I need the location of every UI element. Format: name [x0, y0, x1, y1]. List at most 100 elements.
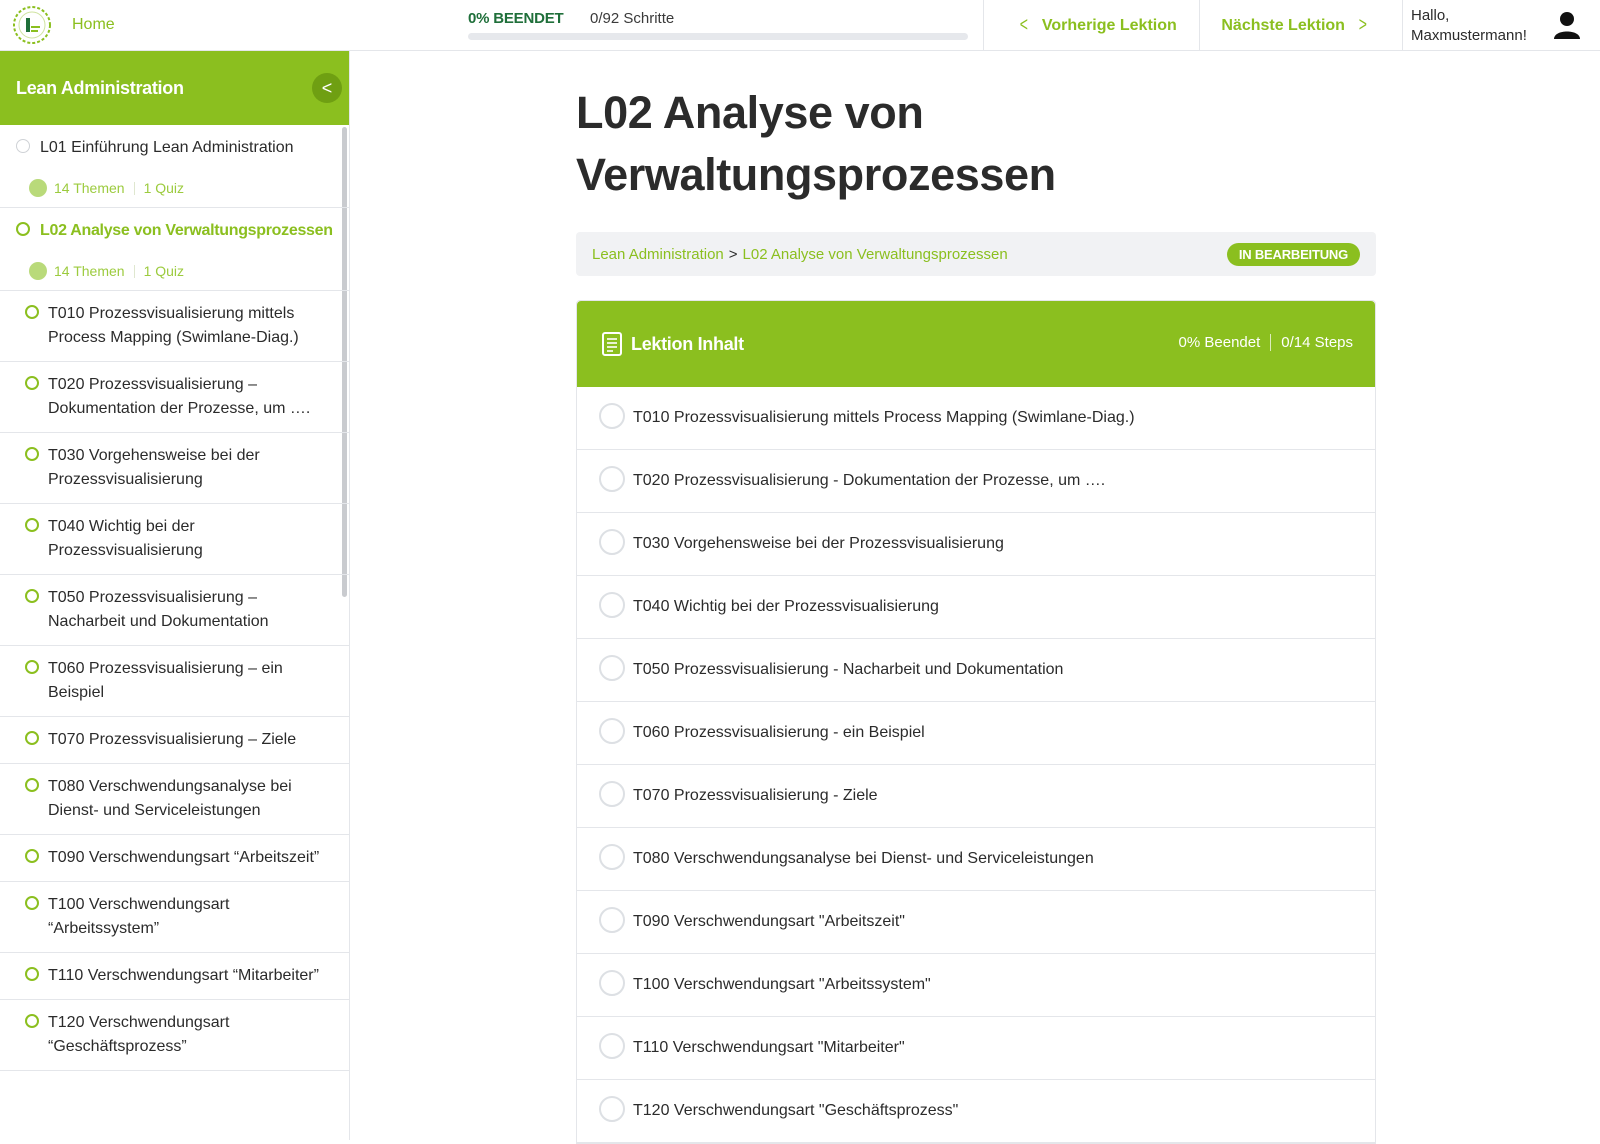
home-link[interactable]: Home [72, 16, 115, 34]
topic-row[interactable]: T090 Verschwendungsart "Arbeitszeit" [577, 891, 1375, 954]
circle-icon [599, 1096, 625, 1122]
lesson-quiz-count[interactable]: 1 Quiz [144, 180, 184, 196]
topic-row-title: T100 Verschwendungsart "Arbeitssystem" [633, 976, 931, 993]
topic-row[interactable]: T080 Verschwendungsanalyse bei Dienst- u… [577, 828, 1375, 891]
circle-icon [599, 844, 625, 870]
logo-icon[interactable] [12, 5, 52, 45]
circle-icon [599, 466, 625, 492]
document-icon [602, 332, 622, 356]
topic-title: T090 Verschwendungsart “Arbeitszeit” [48, 849, 320, 866]
sidebar-topic[interactable]: T040 Wichtig bei der Prozessvisualisieru… [0, 504, 349, 575]
sidebar-topic[interactable]: T060 Prozessvisualisierung – ein Beispie… [0, 646, 349, 717]
topic-row[interactable]: T020 Prozessvisualisierung - Dokumentati… [577, 450, 1375, 513]
page-title: L02 Analyse von Verwaltungsprozessen [576, 82, 1376, 206]
circle-icon [599, 781, 625, 807]
topic-row-title: T080 Verschwendungsanalyse bei Dienst- u… [633, 850, 1094, 867]
page-title-line-2: Verwaltungsprozessen [576, 149, 1056, 200]
lesson-status-icon [16, 139, 30, 153]
lesson-quiz-count[interactable]: 1 Quiz [144, 263, 184, 279]
sidebar-topic[interactable]: T120 Verschwendungsart “Geschäftsprozess… [0, 1000, 349, 1071]
top-bar: Home 0% BEENDET 0/92 Schritte < Vorherig… [0, 0, 1600, 51]
sidebar-topic[interactable]: T010 Prozessvisualisierung mittels Proce… [0, 291, 349, 362]
topic-row[interactable]: T030 Vorgehensweise bei der Prozessvisua… [577, 513, 1375, 576]
sidebar-lesson-l02[interactable]: L02 Analyse von Verwaltungsprozessen 14 … [0, 208, 349, 291]
previous-lesson-button[interactable]: < Vorherige Lektion [983, 0, 1199, 51]
topic-title: T110 Verschwendungsart “Mitarbeiter” [48, 967, 319, 984]
topic-row-title: T020 Prozessvisualisierung - Dokumentati… [633, 472, 1106, 489]
topic-status-icon [25, 778, 39, 792]
topic-row-title: T010 Prozessvisualisierung mittels Proce… [633, 409, 1135, 426]
page-title-line-1: L02 Analyse von [576, 87, 924, 138]
lesson-steps-count: 0/14 Steps [1281, 334, 1353, 351]
lesson-topics-count[interactable]: 14 Themen [54, 263, 125, 279]
sidebar-topic[interactable]: T080 Verschwendungsanalyse bei Dienst- u… [0, 764, 349, 835]
topic-row-title: T110 Verschwendungsart "Mitarbeiter" [633, 1039, 905, 1056]
progress-percent: 0% BEENDET [468, 10, 564, 27]
topic-row-title: T070 Prozessvisualisierung - Ziele [633, 787, 878, 804]
sidebar-topic[interactable]: T070 Prozessvisualisierung – Ziele [0, 717, 349, 764]
lesson-title[interactable]: L01 Einführung Lean Administration [40, 137, 337, 159]
sidebar-header: Lean Administration < [0, 51, 349, 125]
topic-title: T040 Wichtig bei der Prozessvisualisieru… [48, 518, 203, 559]
topic-row[interactable]: T120 Verschwendungsart "Geschäftsprozess… [577, 1080, 1375, 1143]
lesson-content-header: Lektion Inhalt 0% Beendet 0/14 Steps [577, 301, 1375, 387]
topic-row-title: T120 Verschwendungsart "Geschäftsprozess… [633, 1102, 959, 1119]
topic-title: T050 Prozessvisualisierung – Nacharbeit … [48, 589, 269, 630]
topic-status-icon [25, 967, 39, 981]
topic-title: T020 Prozessvisualisierung – Dokumentati… [48, 376, 311, 417]
topic-row-title: T090 Verschwendungsart "Arbeitszeit" [633, 913, 905, 930]
topic-row[interactable]: T110 Verschwendungsart "Mitarbeiter" [577, 1017, 1375, 1080]
course-progress: 0% BEENDET 0/92 Schritte [468, 10, 968, 40]
topic-status-icon [25, 376, 39, 390]
topics-dot-icon [29, 179, 47, 197]
lesson-title[interactable]: L02 Analyse von Verwaltungsprozessen [40, 220, 337, 242]
lesson-meta: 14 Themen 1 Quiz [29, 262, 337, 280]
topic-row-title: T030 Vorgehensweise bei der Prozessvisua… [633, 535, 1004, 552]
lesson-meta: 14 Themen 1 Quiz [29, 179, 337, 197]
circle-icon [599, 907, 625, 933]
breadcrumb-course-link[interactable]: Lean Administration [592, 246, 724, 263]
topic-row[interactable]: T040 Wichtig bei der Prozessvisualisieru… [577, 576, 1375, 639]
sidebar-lesson-l01[interactable]: L01 Einführung Lean Administration 14 Th… [0, 125, 349, 208]
sidebar-topic[interactable]: T030 Vorgehensweise bei der Prozessvisua… [0, 433, 349, 504]
stats-divider [1270, 334, 1272, 351]
topic-status-icon [25, 731, 39, 745]
sidebar-topic[interactable]: T110 Verschwendungsart “Mitarbeiter” [0, 953, 349, 1000]
topic-status-icon [25, 305, 39, 319]
topic-status-icon [25, 518, 39, 532]
topic-row[interactable]: T070 Prozessvisualisierung - Ziele [577, 765, 1375, 828]
breadcrumb-separator: > [728, 245, 738, 263]
sidebar-topic[interactable]: T050 Prozessvisualisierung – Nacharbeit … [0, 575, 349, 646]
lesson-topics-count[interactable]: 14 Themen [54, 180, 125, 196]
topic-title: T060 Prozessvisualisierung – ein Beispie… [48, 660, 283, 701]
breadcrumb-lesson-link[interactable]: L02 Analyse von Verwaltungsprozessen [743, 246, 1008, 263]
next-lesson-button[interactable]: Nächste Lektion > [1199, 0, 1402, 51]
topic-status-icon [25, 896, 39, 910]
breadcrumb: Lean Administration > L02 Analyse von Ve… [576, 232, 1376, 276]
topic-row[interactable]: T060 Prozessvisualisierung - ein Beispie… [577, 702, 1375, 765]
topic-status-icon [25, 589, 39, 603]
collapse-sidebar-button[interactable]: < [312, 73, 342, 103]
user-icon[interactable] [1552, 10, 1582, 40]
topic-status-icon [25, 447, 39, 461]
circle-icon [599, 1033, 625, 1059]
lesson-content: Lektion Inhalt 0% Beendet 0/14 Steps T01… [576, 300, 1376, 1144]
progress-steps: 0/92 Schritte [589, 10, 675, 27]
topic-row[interactable]: T010 Prozessvisualisierung mittels Proce… [577, 387, 1375, 450]
topic-status-icon [25, 1014, 39, 1028]
main-content: L02 Analyse von Verwaltungsprozessen Lea… [576, 51, 1376, 1144]
topic-row[interactable]: T050 Prozessvisualisierung - Nacharbeit … [577, 639, 1375, 702]
topic-title: T070 Prozessvisualisierung – Ziele [48, 731, 297, 748]
sidebar-topic[interactable]: T100 Verschwendungsart “Arbeitssystem” [0, 882, 349, 953]
topic-row-title: T060 Prozessvisualisierung - ein Beispie… [633, 724, 925, 741]
topic-row[interactable]: T100 Verschwendungsart "Arbeitssystem" [577, 954, 1375, 1017]
topic-title: T010 Prozessvisualisierung mittels Proce… [48, 305, 299, 346]
circle-icon [599, 970, 625, 996]
sidebar-topic[interactable]: T020 Prozessvisualisierung – Dokumentati… [0, 362, 349, 433]
course-title[interactable]: Lean Administration [16, 78, 184, 99]
topic-status-icon [25, 849, 39, 863]
chevron-right-icon: > [1358, 14, 1367, 36]
meta-divider [133, 264, 135, 278]
circle-icon [599, 529, 625, 555]
sidebar-topic[interactable]: T090 Verschwendungsart “Arbeitszeit” [0, 835, 349, 882]
